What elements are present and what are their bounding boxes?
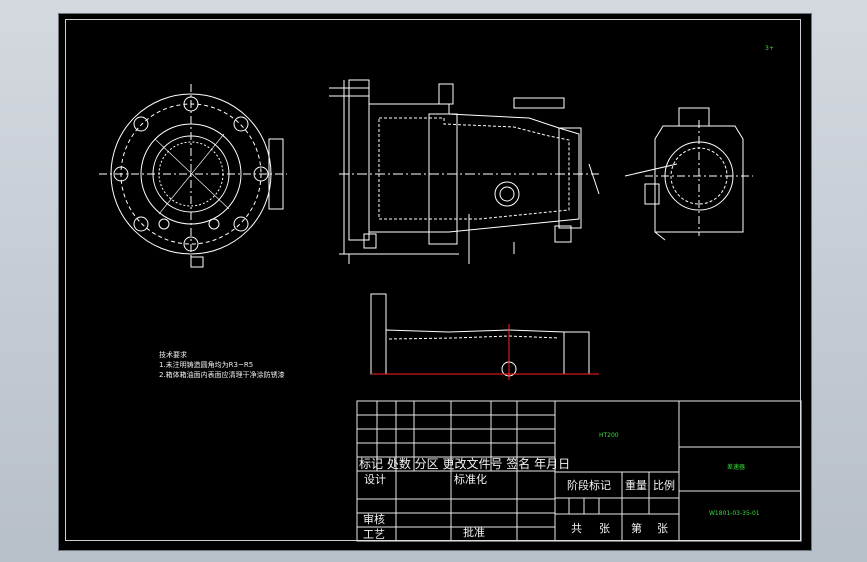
- approve-label: 批准: [463, 526, 485, 539]
- top-dimension-tab: [438, 83, 454, 105]
- top-view: [370, 293, 599, 380]
- total-label: 共: [571, 522, 582, 535]
- drawing-viewport[interactable]: 3+ 技术要求 1.未注明铸造圆角均为R3~R5 2.箱体箱油面内表面应清理干净…: [58, 13, 812, 551]
- notes-title: 技术要求: [159, 351, 187, 359]
- left-flange-wall: [348, 79, 370, 241]
- top-view-flange: [370, 293, 387, 375]
- revision-header: 标记 处数 分区 更改文件号 签名 年月日: [359, 457, 571, 471]
- housing-outline: [368, 103, 580, 233]
- top-view-body: [385, 329, 565, 375]
- title-block-grid: [356, 400, 802, 542]
- design-label: 设计: [364, 473, 386, 486]
- drawing-number-label: W1801-03-35-01: [709, 510, 760, 517]
- side-left-boss: [644, 183, 660, 205]
- front-section-view: [329, 79, 600, 264]
- sheets-label: 张: [599, 522, 610, 535]
- notes-line-2: 2.箱体箱油面内表面应清理干净涂防锈漆: [159, 371, 285, 379]
- housing-inner-cavity: [378, 117, 570, 220]
- right-bearing-seat: [558, 127, 582, 229]
- oil-drain-boss: [494, 181, 520, 207]
- flange-view: [99, 84, 287, 268]
- corner-mark: 3+: [765, 45, 774, 52]
- technical-notes: 技术要求 1.未注明铸造圆角均为R3~R5 2.箱体箱油面内表面应清理干净涂防锈…: [159, 350, 285, 380]
- notes-line-1: 1.未注明铸造圆角均为R3~R5: [159, 361, 254, 369]
- standardize-label: 标准化: [454, 473, 487, 486]
- scale-label: 比例: [653, 479, 675, 492]
- weight-label: 重量: [625, 479, 647, 492]
- side-top-boss: [678, 107, 710, 127]
- process-label: 工艺: [363, 528, 385, 541]
- sheet-no-label: 第: [631, 522, 642, 535]
- sheet-unit-label: 张: [657, 522, 668, 535]
- side-section-view: [624, 107, 753, 241]
- material-label: HT200: [599, 432, 619, 439]
- center-web: [428, 113, 458, 245]
- top-view-end: [563, 331, 590, 375]
- part-name-label: 差速器: [727, 464, 746, 471]
- review-label: 审核: [363, 513, 385, 526]
- stage-mark-label: 阶段标记: [567, 479, 611, 492]
